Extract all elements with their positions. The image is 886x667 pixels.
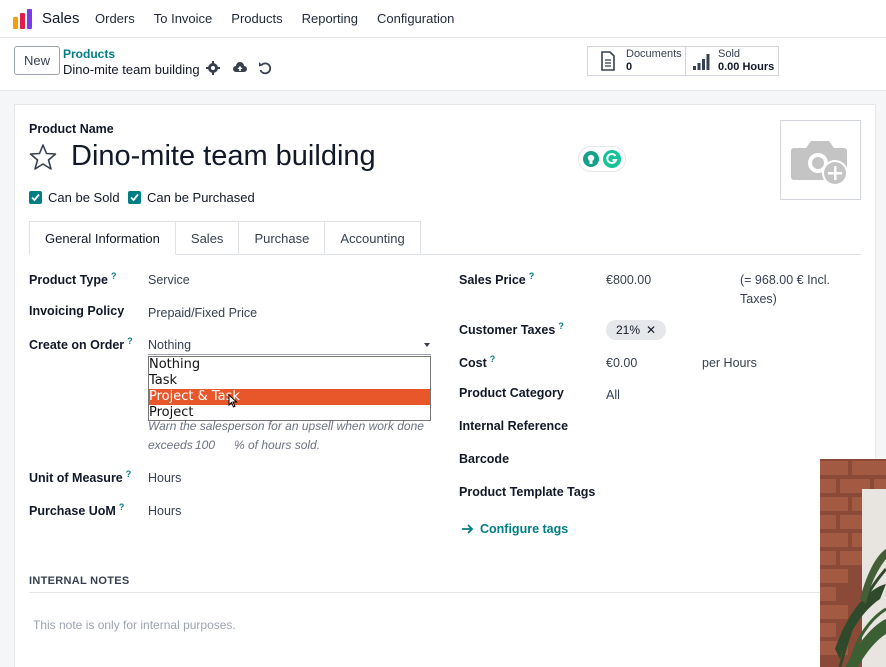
checkbox-checked-icon xyxy=(128,191,141,204)
configure-tags-link[interactable]: Configure tags xyxy=(462,522,568,536)
uom-label: Unit of Measure? xyxy=(29,469,132,486)
help-tooltip-icon[interactable]: ? xyxy=(119,502,125,512)
tax-badge-label: 21% xyxy=(616,323,641,337)
create-on-order-select[interactable]: Nothing xyxy=(148,338,191,352)
breadcrumb-current: Dino-mite team building xyxy=(63,62,200,77)
cloud-upload-icon[interactable] xyxy=(232,60,248,76)
select-underline xyxy=(148,354,431,355)
product-type-label: Product Type? xyxy=(29,271,117,288)
can-be-purchased-checkbox[interactable]: Can be Purchased xyxy=(128,190,255,205)
lightbulb-icon xyxy=(583,151,599,167)
top-navbar: Sales Orders To Invoice Products Reporti… xyxy=(0,0,886,38)
sales-price-value[interactable]: €800.00 xyxy=(606,273,651,287)
mouse-cursor-icon xyxy=(228,394,238,408)
background-photo xyxy=(820,459,886,667)
new-button[interactable]: New xyxy=(14,46,60,75)
barcode-label: Barcode xyxy=(459,452,510,466)
customer-taxes-label: Customer Taxes? xyxy=(459,321,564,338)
sold-value: 0.00 Hours xyxy=(718,61,775,73)
product-template-tags-label: Product Template Tags xyxy=(459,485,596,499)
help-tooltip-icon[interactable]: ? xyxy=(111,271,117,281)
form-sheet xyxy=(14,104,876,667)
purchase-uom-label: Purchase UoM? xyxy=(29,502,125,519)
tax-badge[interactable]: 21% ✕ xyxy=(606,320,667,340)
discard-icon[interactable] xyxy=(257,60,273,76)
uom-value[interactable]: Hours xyxy=(148,471,181,485)
option-task[interactable]: Task xyxy=(149,373,430,389)
cost-value[interactable]: €0.00 xyxy=(606,356,637,370)
menu-configuration[interactable]: Configuration xyxy=(377,11,454,26)
sales-price-label: Sales Price? xyxy=(459,271,535,288)
internal-notes-title: INTERNAL NOTES xyxy=(29,575,130,587)
product-type-value[interactable]: Service xyxy=(148,273,190,287)
product-category-label: Product Category xyxy=(459,386,564,400)
main-menu: Orders To Invoice Products Reporting Con… xyxy=(95,11,473,26)
create-on-order-label: Create on Order? xyxy=(29,336,133,353)
product-name-label: Product Name xyxy=(29,122,114,136)
can-be-sold-label: Can be Sold xyxy=(48,190,120,205)
product-category-value[interactable]: All xyxy=(606,388,620,402)
documents-label: Documents xyxy=(626,48,682,60)
star-icon[interactable] xyxy=(29,143,57,171)
sold-smart-button[interactable]: Sold 0.00 Hours xyxy=(685,46,779,76)
grammarly-widget[interactable] xyxy=(578,146,626,172)
invoicing-policy-value[interactable]: Prepaid/Fixed Price xyxy=(148,306,257,320)
invoicing-policy-label: Invoicing Policy xyxy=(29,304,125,318)
sold-label: Sold xyxy=(718,48,741,60)
tab-general-information[interactable]: General Information xyxy=(29,221,176,255)
option-project-and-task[interactable]: Project & Task xyxy=(149,389,430,405)
camera-add-icon xyxy=(790,141,848,186)
incl-taxes-text-1: (= 968.00 € Incl. xyxy=(740,273,830,287)
cost-unit: per Hours xyxy=(702,356,757,370)
tab-sales[interactable]: Sales xyxy=(175,221,240,255)
signal-bars-icon xyxy=(693,54,710,70)
option-project[interactable]: Project xyxy=(149,405,430,421)
gear-icon[interactable] xyxy=(205,60,221,76)
create-on-order-dropdown: Nothing Task Project & Task Project xyxy=(148,356,431,421)
close-icon[interactable]: ✕ xyxy=(646,323,656,337)
menu-reporting[interactable]: Reporting xyxy=(302,11,358,26)
breadcrumb-products[interactable]: Products xyxy=(63,47,115,61)
internal-notes-field[interactable]: This note is only for internal purposes. xyxy=(33,618,236,632)
configure-tags-label: Configure tags xyxy=(480,522,569,536)
menu-products[interactable]: Products xyxy=(231,11,282,26)
caret-down-icon[interactable] xyxy=(424,343,430,347)
help-tooltip-icon[interactable]: ? xyxy=(127,336,133,346)
upsell-threshold-input[interactable]: 100 xyxy=(195,438,215,452)
help-tooltip-icon[interactable]: ? xyxy=(558,321,564,331)
help-tooltip-icon[interactable]: ? xyxy=(529,271,535,281)
upsell-suffix-label: % of hours sold. xyxy=(234,438,321,452)
upsell-exceeds-label: exceeds xyxy=(148,438,193,452)
app-name[interactable]: Sales xyxy=(42,10,80,27)
upsell-help-text: Warn the salesperson for an upsell when … xyxy=(148,419,424,433)
incl-taxes-text-2: Taxes) xyxy=(740,292,777,306)
documents-count: 0 xyxy=(626,61,633,73)
arrow-right-icon xyxy=(462,524,474,534)
document-icon xyxy=(601,51,615,71)
sales-app-icon[interactable] xyxy=(12,9,34,29)
control-panel: New Products Dino-mite team building Doc… xyxy=(0,38,886,91)
menu-to-invoice[interactable]: To Invoice xyxy=(154,11,213,26)
internal-reference-label: Internal Reference xyxy=(459,419,569,433)
product-image-upload[interactable] xyxy=(780,120,861,200)
help-tooltip-icon[interactable]: ? xyxy=(490,354,496,364)
documents-smart-button[interactable]: Documents 0 xyxy=(587,46,686,76)
purchase-uom-value[interactable]: Hours xyxy=(148,504,181,518)
tab-purchase[interactable]: Purchase xyxy=(239,221,326,255)
cost-label: Cost? xyxy=(459,354,496,371)
product-name-field[interactable]: Dino-mite team building xyxy=(71,140,376,173)
help-tooltip-icon[interactable]: ? xyxy=(126,469,132,479)
notebook-tabs: General Information Sales Purchase Accou… xyxy=(29,221,421,255)
can-be-purchased-label: Can be Purchased xyxy=(147,190,255,205)
grammarly-icon xyxy=(603,150,621,168)
menu-orders[interactable]: Orders xyxy=(95,11,135,26)
option-nothing[interactable]: Nothing xyxy=(149,357,430,373)
checkbox-checked-icon xyxy=(29,191,42,204)
tab-accounting[interactable]: Accounting xyxy=(325,221,421,255)
notes-divider xyxy=(29,592,861,593)
can-be-sold-checkbox[interactable]: Can be Sold xyxy=(29,190,120,205)
